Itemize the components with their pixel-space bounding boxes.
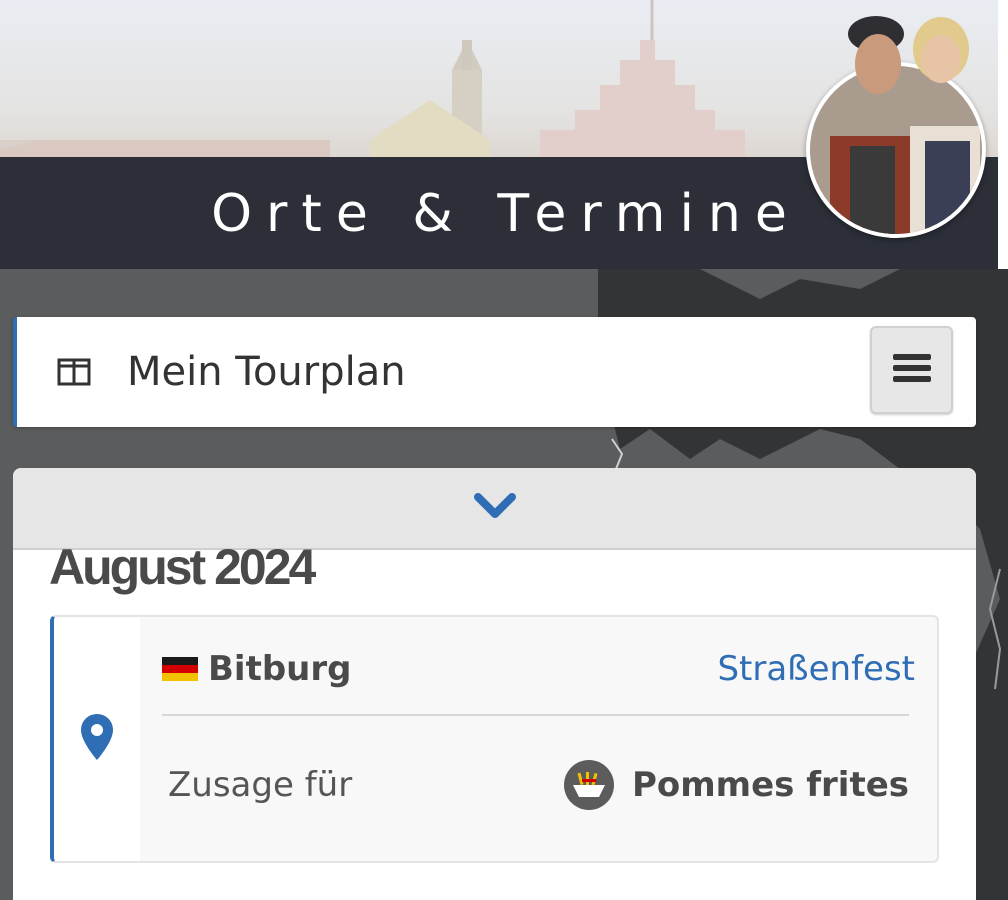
events-panel: August 2024 Bitburg Straßenfest Zusage f… xyxy=(13,468,976,900)
columns-icon xyxy=(57,357,91,387)
commitment-label: Zusage für xyxy=(168,765,353,805)
page-title: Orte & Termine xyxy=(211,184,801,244)
product-info: Pommes frites xyxy=(563,760,909,810)
map-pin-icon xyxy=(80,713,114,765)
tourplan-label: Mein Tourplan xyxy=(127,349,406,395)
tourplan-bar[interactable]: Mein Tourplan xyxy=(13,317,976,427)
menu-button[interactable] xyxy=(870,326,953,414)
event-pin-column xyxy=(54,617,140,861)
hamburger-menu-icon xyxy=(892,352,931,388)
event-body: Bitburg Straßenfest Zusage für Pommes fr… xyxy=(140,617,937,861)
mascot-figures xyxy=(826,4,996,234)
event-header-row: Bitburg Straßenfest xyxy=(162,647,915,691)
germany-flag-icon xyxy=(162,657,198,681)
fries-icon xyxy=(563,760,614,810)
event-card[interactable]: Bitburg Straßenfest Zusage für Pommes fr… xyxy=(50,615,939,863)
chevron-down-icon xyxy=(473,491,517,525)
product-name: Pommes frites xyxy=(631,765,909,805)
event-divider xyxy=(162,714,909,716)
header-edge xyxy=(998,0,1008,269)
event-detail-row: Zusage für Pommes frites xyxy=(168,757,909,813)
event-type-link[interactable]: Straßenfest xyxy=(717,649,915,689)
month-heading: August 2024 xyxy=(49,539,316,595)
event-city: Bitburg xyxy=(208,649,352,689)
